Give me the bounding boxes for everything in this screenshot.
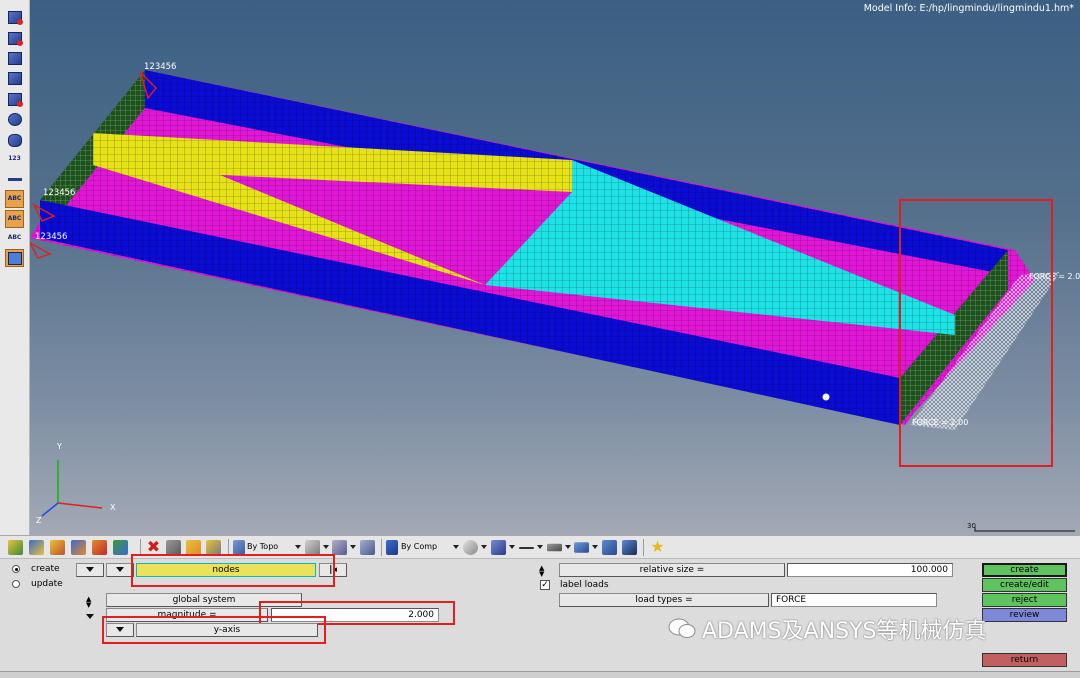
label-loads-icon[interactable]: ABC (5, 210, 24, 228)
create-radio[interactable] (12, 565, 20, 573)
chevron-down-icon[interactable] (323, 545, 329, 549)
wireframe-icon[interactable] (305, 540, 320, 555)
label-entities-icon[interactable]: ABC (5, 190, 24, 208)
axis-y-label: Y (57, 442, 62, 451)
by-comp-icon[interactable] (386, 540, 398, 555)
by-topo-label[interactable]: By Topo (247, 542, 278, 551)
load-types-input[interactable]: FORCE (771, 593, 937, 607)
chevron-down-icon[interactable] (86, 614, 94, 619)
review-button[interactable]: review (982, 608, 1067, 622)
label-loads-label: label loads (560, 580, 609, 590)
shaded-display-icon[interactable] (5, 69, 24, 87)
geometry-display-icon[interactable] (5, 8, 24, 26)
watermark-text: ADAMS及ANSYS等机械仿真 (702, 619, 987, 644)
properties-icon[interactable] (29, 540, 44, 555)
shaded-icon[interactable] (332, 540, 347, 555)
binoculars-icon[interactable] (5, 131, 24, 149)
line-icon[interactable] (519, 547, 534, 549)
create-button[interactable]: create (982, 563, 1067, 577)
help-icon[interactable] (206, 540, 221, 555)
axis-x-label: X (110, 503, 116, 512)
transparent-display-icon[interactable] (5, 90, 24, 108)
label-systems-icon[interactable]: ABC (5, 229, 24, 247)
load-collectors-icon[interactable] (71, 540, 86, 555)
materials-icon[interactable] (50, 540, 65, 555)
entity-toggle-button[interactable] (76, 563, 104, 577)
highlight-box (899, 199, 1053, 467)
left-toolbar: 123 ABC ABC ABC (0, 0, 30, 535)
label-loads-checkbox[interactable]: ✓ (540, 580, 550, 590)
chevron-down-icon[interactable] (537, 545, 543, 549)
layer-icon[interactable] (574, 542, 589, 553)
by-comp-label[interactable]: By Comp (401, 542, 437, 551)
axis-z-label: Z (36, 516, 42, 525)
update-radio-label: update (31, 579, 63, 589)
create-edit-button[interactable]: create/edit (982, 578, 1067, 592)
chevron-down-icon (116, 567, 124, 572)
relative-size-input[interactable]: 100.000 (787, 563, 953, 577)
return-button[interactable]: return (982, 653, 1067, 667)
relative-size-label: relative size = (559, 563, 785, 577)
chevron-down-icon[interactable] (509, 545, 515, 549)
size-toggle-icon[interactable]: ▲ ▼ (539, 565, 544, 578)
constraint-label: 123456 (43, 188, 76, 198)
box-icon[interactable] (360, 540, 375, 555)
entity-menu-button[interactable] (106, 563, 134, 577)
by-topo-icon[interactable] (233, 540, 245, 555)
system-toggle-icon[interactable]: ▲ ▼ (86, 596, 91, 609)
loads-icon[interactable] (92, 540, 107, 555)
delete-icon[interactable]: ✖ (146, 539, 161, 555)
create-radio-label: create (31, 564, 60, 574)
element-display-icon[interactable] (5, 29, 24, 47)
update-radio[interactable] (12, 580, 20, 588)
star-icon[interactable]: ★ (650, 539, 665, 555)
mask-icon[interactable] (166, 540, 181, 555)
chevron-down-icon[interactable] (295, 545, 301, 549)
sphere-wire-icon[interactable] (463, 540, 478, 555)
mesh-display-icon[interactable] (5, 49, 24, 67)
monitor-icon[interactable] (622, 540, 637, 555)
measure-icon[interactable] (5, 170, 24, 188)
numbers-icon[interactable]: 123 (5, 150, 24, 168)
tree-icon[interactable] (602, 540, 617, 555)
scale-label: 30 (967, 522, 976, 530)
components-icon[interactable] (8, 540, 23, 555)
constraint-label: 123456 (35, 232, 68, 242)
wechat-icon (668, 618, 696, 638)
load-types-label: load types = (559, 593, 769, 607)
highlight-box (131, 554, 335, 587)
highlight-box (102, 616, 326, 644)
plane-display-icon[interactable] (5, 249, 24, 267)
organize-icon[interactable] (113, 540, 128, 555)
chevron-down-icon[interactable] (350, 545, 356, 549)
chevron-down-icon[interactable] (565, 545, 571, 549)
graphics-viewport[interactable]: Model Info: E:/hp/lingmindu/lingmindu1.h… (30, 0, 1080, 535)
cube-icon[interactable] (491, 540, 506, 555)
reject-button[interactable]: reject (982, 593, 1067, 607)
plane-icon[interactable] (547, 543, 562, 552)
chevron-down-icon[interactable] (481, 545, 487, 549)
chevron-down-icon[interactable] (453, 545, 459, 549)
constraint-label: 123456 (144, 62, 177, 72)
feature-display-icon[interactable] (5, 110, 24, 128)
find-icon[interactable] (186, 540, 201, 555)
chevron-down-icon (86, 567, 94, 572)
chevron-down-icon[interactable] (592, 545, 598, 549)
